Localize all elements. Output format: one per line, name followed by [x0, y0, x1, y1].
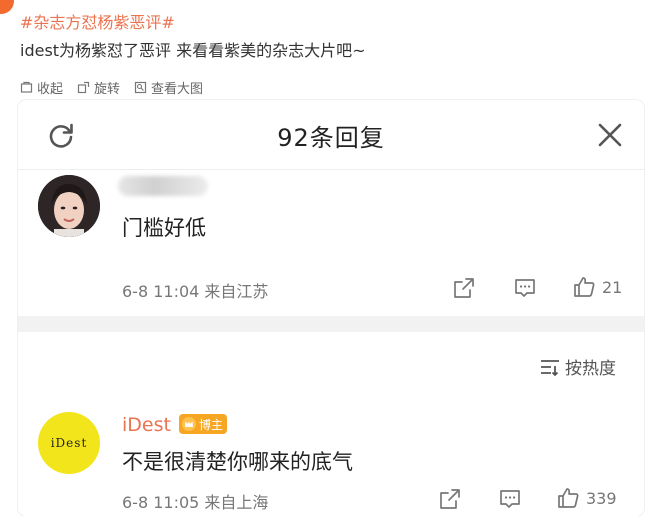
sort-icon [541, 359, 559, 376]
view-large-label: 查看大图 [151, 82, 204, 97]
post-hashtag[interactable]: #杂志方怼杨紫恶评# [20, 9, 175, 33]
comment-time: 6-8 11:04 [122, 282, 200, 301]
thumbs-up-icon [558, 488, 579, 508]
sort-label: 按热度 [565, 359, 616, 379]
thumbs-up-icon [574, 277, 595, 297]
reply-button[interactable] [498, 487, 522, 511]
like-count: 21 [602, 277, 623, 297]
post-text: idest为杨紫怼了恶评 来看看紫美的杂志大片吧~ [20, 41, 366, 60]
avatar-text: iDest [50, 436, 88, 450]
blogger-badge: 博主 [179, 414, 228, 434]
like-count: 339 [586, 488, 617, 508]
collapse-icon [20, 81, 33, 93]
sort-by-hot-button[interactable]: 按热度 [539, 354, 616, 379]
magnify-image-icon [134, 81, 147, 94]
collapse-label: 收起 [37, 82, 64, 97]
crown-icon [182, 417, 196, 431]
section-divider [18, 316, 644, 332]
comment-text: 不是很清楚你哪来的底气 [122, 450, 353, 474]
comment-time: 6-8 11:05 [122, 493, 200, 512]
collapse-button[interactable]: 收起 [20, 78, 63, 97]
comment-source: 来自江苏 [204, 282, 269, 301]
comment-text: 门槛好低 [122, 216, 206, 240]
forward-button[interactable] [438, 487, 462, 511]
avatar[interactable] [38, 175, 100, 237]
comment-meta: 6-8 11:04 来自江苏 [122, 278, 268, 302]
reply-button[interactable] [513, 276, 537, 300]
comment-username[interactable]: iDest [122, 414, 171, 436]
user-photo-icon [38, 175, 100, 237]
blurred-username [118, 176, 208, 196]
rotate-button[interactable]: 旋转 [77, 78, 120, 97]
image-toolbar: 收起 旋转 查看大图 [20, 78, 203, 97]
comment-icon [515, 279, 535, 297]
share-icon [454, 278, 474, 298]
rotate-icon [77, 81, 90, 94]
comment-icon [500, 490, 520, 508]
forward-button[interactable] [452, 276, 476, 300]
comment-source: 来自上海 [204, 493, 269, 512]
comment-item: 门槛好低 6-8 11:04 来自江苏 21 [18, 170, 644, 316]
badge-label: 博主 [199, 417, 224, 432]
panel-header: 92条回复 [18, 100, 644, 170]
like-button[interactable]: 21 [572, 275, 622, 299]
close-icon[interactable] [596, 121, 624, 149]
comments-panel: 92条回复 门槛好低 6-8 11:04 来自江苏 21 按热度 iDest i… [18, 100, 644, 516]
comment-item: 按热度 iDest iDest 博主 不是很清楚你哪来的底气 6-8 11:05… [18, 332, 644, 516]
rotate-label: 旋转 [94, 82, 121, 97]
corner-avatar-fragment [0, 0, 14, 14]
panel-title: 92条回复 [277, 124, 385, 152]
like-button[interactable]: 339 [556, 486, 617, 510]
view-large-button[interactable]: 查看大图 [134, 78, 203, 97]
share-icon [440, 489, 460, 509]
comment-meta: 6-8 11:05 来自上海 [122, 489, 268, 513]
avatar[interactable]: iDest [38, 412, 100, 474]
